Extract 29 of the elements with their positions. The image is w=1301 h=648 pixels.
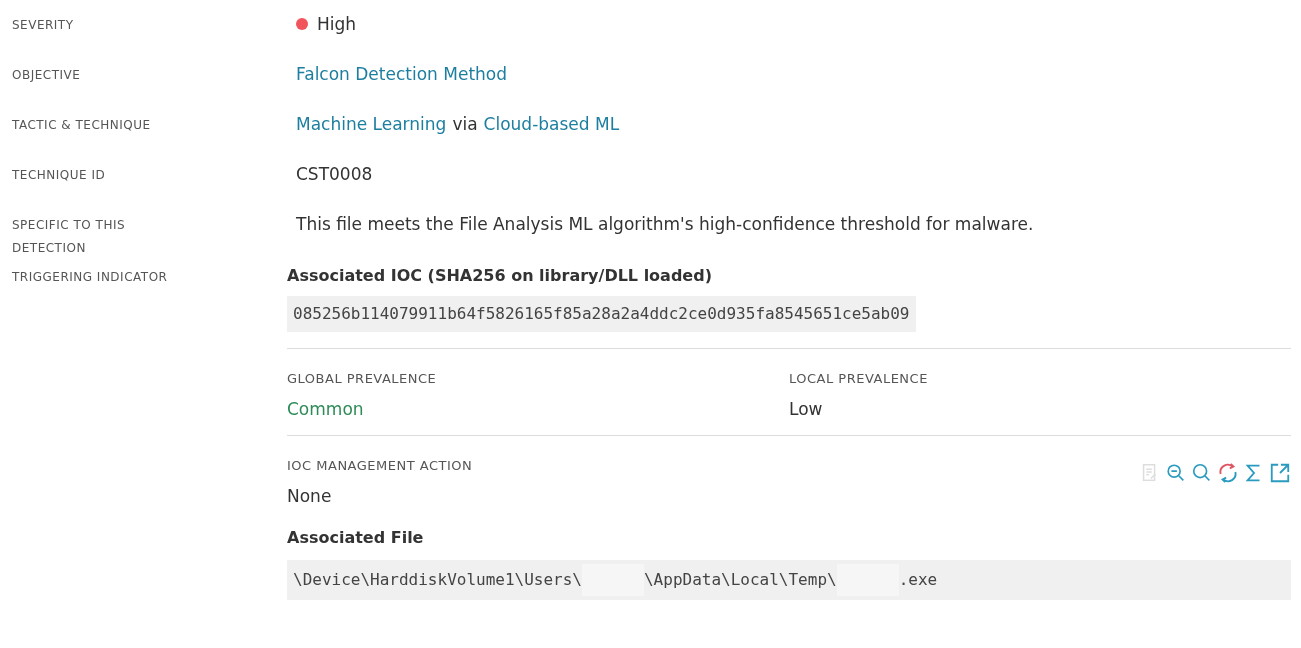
prevalence-value: Common — [287, 398, 365, 421]
field-label: TACTIC & TECHNIQUE — [12, 117, 152, 134]
prevalence-label: LOCAL PREVALENCE — [789, 370, 929, 388]
hash-value: 085256b114079911b64f5826165f85a28a2a4ddc2ce0d935fa8545651ce5ab09 — [287, 296, 916, 332]
prevalence-value: Low — [789, 398, 824, 421]
file-title: Associated File — [287, 527, 425, 549]
field-label: SEVERITY — [12, 17, 75, 34]
link[interactable]: Falcon Detection Method — [296, 62, 508, 86]
field-label: SPECIFIC TO THIS DETECTION — [12, 217, 127, 257]
path-text: \AppData\Local\Temp\ — [644, 569, 837, 591]
severity-value: High — [317, 13, 357, 36]
sync-icon[interactable] — [1217, 462, 1239, 484]
field-label: TECHNIQUE ID — [12, 167, 107, 184]
field-label: TRIGGERING INDICATOR — [12, 269, 169, 286]
link[interactable]: Cloud-based ML — [483, 112, 620, 136]
zoom-out-icon[interactable] — [1165, 462, 1187, 484]
indicator-title: Associated IOC (SHA256 on library/DLL loaded) — [287, 265, 713, 287]
path-text: \Device\HarddiskVolume1\Users\ — [293, 569, 582, 591]
path-text: .exe — [898, 569, 938, 591]
action-value: None — [287, 485, 333, 508]
link[interactable]: Machine Learning — [296, 112, 447, 136]
search-icon[interactable] — [1191, 462, 1213, 484]
external-link-icon[interactable] — [1269, 462, 1291, 484]
connector-text: via — [452, 113, 478, 136]
field-value: This file meets the File Analysis ML algorithm's high-confidence threshold for malware. — [296, 213, 1035, 236]
prevalence-label: GLOBAL PREVALENCE — [287, 370, 438, 388]
field-label: OBJECTIVE — [12, 67, 82, 84]
action-label: IOC MANAGEMENT ACTION — [287, 457, 473, 475]
field-value: CST0008 — [296, 163, 374, 186]
